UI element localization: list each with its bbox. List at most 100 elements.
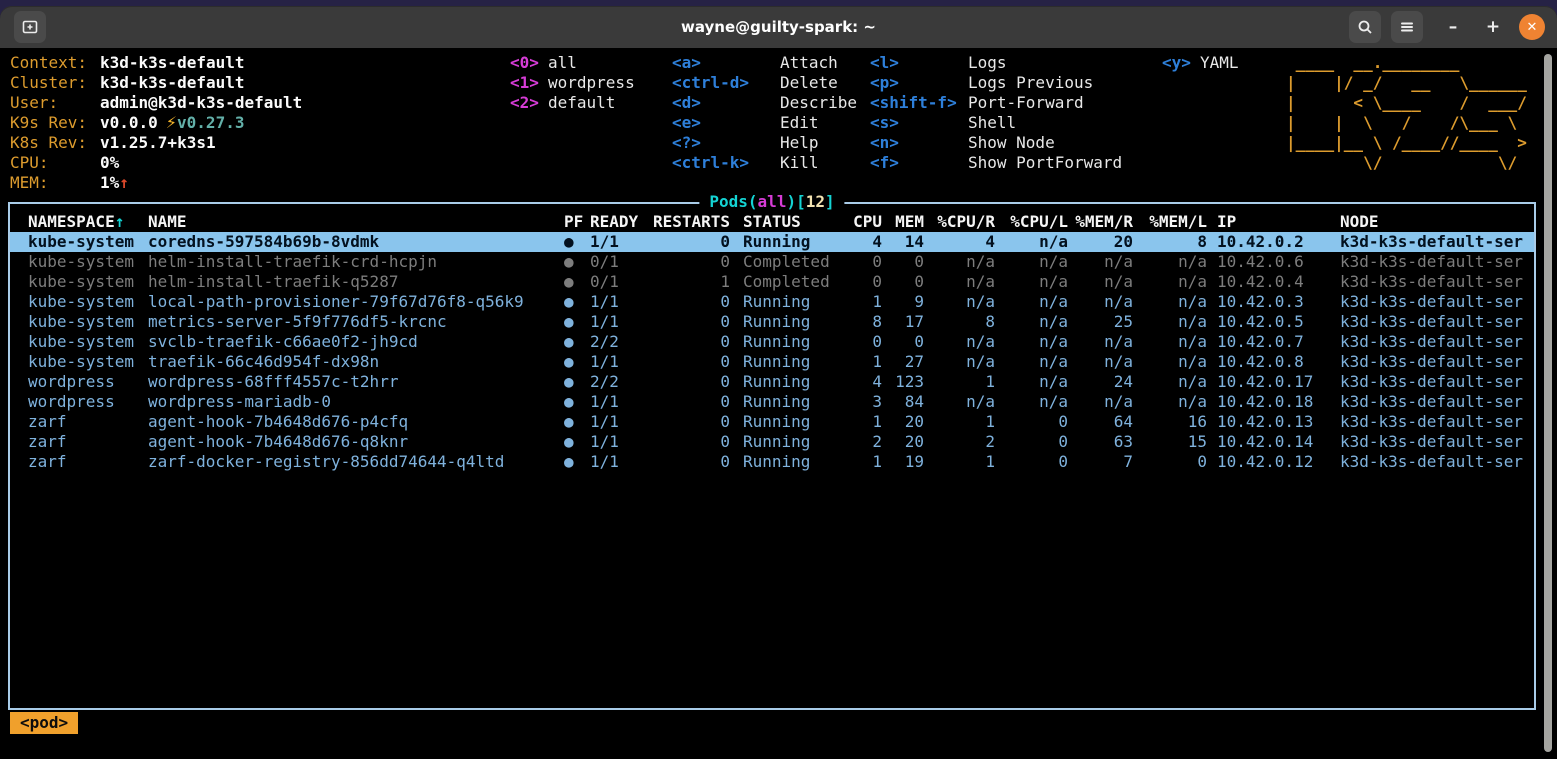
cell-cpu-l: n/a xyxy=(995,272,1068,292)
cell-node: k3d-k3s-default-ser xyxy=(1332,272,1534,292)
cell-cpu: 1 xyxy=(842,352,882,372)
cell-status: Running xyxy=(730,312,842,332)
terminal-window: wayne@guilty-spark: ~ – + ✕ xyxy=(0,0,1557,759)
cell-namespace: kube-system xyxy=(10,272,148,292)
table-row[interactable]: zarfagent-hook-7b4648d676-q8knr●1/10Runn… xyxy=(10,432,1534,452)
cell-status: Running xyxy=(730,232,842,252)
table-row[interactable]: kube-systemhelm-install-traefik-q5287●0/… xyxy=(10,272,1534,292)
cell-ready: 1/1 xyxy=(590,412,652,432)
cell-mem: 17 xyxy=(882,312,924,332)
maximize-button[interactable]: + xyxy=(1473,17,1513,37)
cell-ip: 10.42.0.6 xyxy=(1207,252,1332,272)
cell-mem-r: 63 xyxy=(1068,432,1133,452)
titlebar-controls: – + ✕ xyxy=(1349,11,1545,43)
table-title-resource: Pods( xyxy=(709,192,757,211)
window-title: wayne@guilty-spark: ~ xyxy=(0,18,1557,36)
cell-mem: 14 xyxy=(882,232,924,252)
cluster-info-row: Cluster:k3d-k3s-default xyxy=(10,73,302,93)
cell-cpu-r: 1 xyxy=(924,372,995,392)
close-button[interactable]: ✕ xyxy=(1519,14,1545,40)
cell-ready: 1/1 xyxy=(590,392,652,412)
cell-name: agent-hook-7b4648d676-q8knr xyxy=(148,432,562,452)
cell-cpu: 8 xyxy=(842,312,882,332)
table-row[interactable]: kube-systemlocal-path-provisioner-79f67d… xyxy=(10,292,1534,312)
column-header-name: NAME xyxy=(148,212,562,232)
cell-restarts: 0 xyxy=(652,332,730,352)
cell-ready: 0/1 xyxy=(590,252,652,272)
cell-status: Running xyxy=(730,392,842,412)
cell-namespace: wordpress xyxy=(10,372,148,392)
cell-ready: 0/1 xyxy=(590,272,652,292)
search-icon xyxy=(1356,18,1374,36)
cell-name: traefik-66c46d954f-dx98n xyxy=(148,352,562,372)
cell-cpu-l: n/a xyxy=(995,252,1068,272)
hotkey: <p>Logs Previous xyxy=(870,73,1122,93)
cell-name: helm-install-traefik-crd-hcpjn xyxy=(148,252,562,272)
table-row[interactable]: zarfagent-hook-7b4648d676-p4cfq●1/10Runn… xyxy=(10,412,1534,432)
cell-cpu-r: 2 xyxy=(924,432,995,452)
cell-ip: 10.42.0.2 xyxy=(1207,232,1332,252)
cell-status: Running xyxy=(730,352,842,372)
table-row[interactable]: kube-systemhelm-install-traefik-crd-hcpj… xyxy=(10,252,1534,272)
cell-ready: 1/1 xyxy=(590,432,652,452)
minimize-button[interactable]: – xyxy=(1433,17,1473,37)
new-tab-button[interactable] xyxy=(14,11,46,43)
cell-ready: 1/1 xyxy=(590,352,652,372)
cell-mem-l: 8 xyxy=(1133,232,1207,252)
table-row[interactable]: kube-systemsvclb-traefik-c66ae0f2-jh9cd●… xyxy=(10,332,1534,352)
cell-ip: 10.42.0.14 xyxy=(1207,432,1332,452)
cell-restarts: 0 xyxy=(652,392,730,412)
cell-node: k3d-k3s-default-ser xyxy=(1332,432,1534,452)
cell-cpu-r: n/a xyxy=(924,352,995,372)
table-title-bracket: )[ xyxy=(786,192,805,211)
table-row[interactable]: kube-systemcoredns-597584b69b-8vdmk●1/10… xyxy=(10,232,1534,252)
cell-name: wordpress-mariadb-0 xyxy=(148,392,562,412)
cell-mem-l: n/a xyxy=(1133,392,1207,412)
cell-mem-l: n/a xyxy=(1133,252,1207,272)
cell-mem-l: 0 xyxy=(1133,452,1207,472)
cell-cpu-r: n/a xyxy=(924,392,995,412)
cell-mem-l: n/a xyxy=(1133,372,1207,392)
cell-restarts: 0 xyxy=(652,372,730,392)
cell-mem-l: 15 xyxy=(1133,432,1207,452)
table-row[interactable]: zarfzarf-docker-registry-856dd74644-q4lt… xyxy=(10,452,1534,472)
cell-cpu-l: n/a xyxy=(995,372,1068,392)
hotkey: <1>wordpress xyxy=(510,73,635,93)
cell-ready: 1/1 xyxy=(590,232,652,252)
cell-cpu-l: 0 xyxy=(995,412,1068,432)
table-row[interactable]: wordpresswordpress-68fff4557c-t2hrr●2/20… xyxy=(10,372,1534,392)
hotkey: <?>Help xyxy=(672,133,857,153)
cell-namespace: kube-system xyxy=(10,232,148,252)
cell-ip: 10.42.0.13 xyxy=(1207,412,1332,432)
menu-button[interactable] xyxy=(1391,11,1423,43)
cell-pf: ● xyxy=(562,432,590,452)
cell-pf: ● xyxy=(562,352,590,372)
scrollbar-thumb[interactable] xyxy=(1544,54,1552,752)
search-button[interactable] xyxy=(1349,11,1381,43)
action-hotkeys-col3: <y>YAML xyxy=(1162,53,1239,73)
cell-pf: ● xyxy=(562,252,590,272)
cell-mem: 84 xyxy=(882,392,924,412)
column-header-ready: READY xyxy=(590,212,652,232)
cluster-info-row: MEM:1%↑ xyxy=(10,173,302,193)
cell-mem-r: n/a xyxy=(1068,392,1133,412)
table-row[interactable]: wordpresswordpress-mariadb-0●1/10Running… xyxy=(10,392,1534,412)
cell-pf: ● xyxy=(562,232,590,252)
hotkey: <d>Describe xyxy=(672,93,857,113)
table-row[interactable]: kube-systemmetrics-server-5f9f776df5-krc… xyxy=(10,312,1534,332)
cell-pf: ● xyxy=(562,332,590,352)
table-row[interactable]: kube-systemtraefik-66c46d954f-dx98n●1/10… xyxy=(10,352,1534,372)
pods-table: Pods(all)[12] NAMESPACE↑NAMEPFREADYRESTA… xyxy=(8,202,1536,710)
cell-ready: 1/1 xyxy=(590,452,652,472)
cell-node: k3d-k3s-default-ser xyxy=(1332,392,1534,412)
cell-node: k3d-k3s-default-ser xyxy=(1332,252,1534,272)
cell-cpu-r: n/a xyxy=(924,272,995,292)
cell-status: Running xyxy=(730,432,842,452)
cell-node: k3d-k3s-default-ser xyxy=(1332,232,1534,252)
hotkey: <l>Logs xyxy=(870,53,1122,73)
cell-cpu-r: n/a xyxy=(924,292,995,312)
column-header-mem: MEM xyxy=(882,212,924,232)
cell-namespace: kube-system xyxy=(10,352,148,372)
cell-name: coredns-597584b69b-8vdmk xyxy=(148,232,562,252)
cell-cpu: 3 xyxy=(842,392,882,412)
